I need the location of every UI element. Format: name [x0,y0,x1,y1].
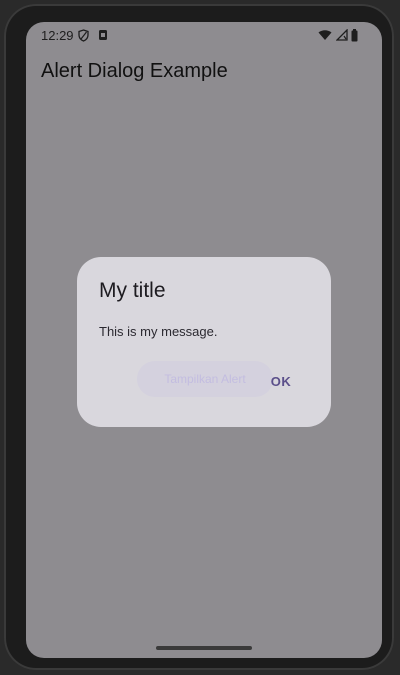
alert-dialog: My title This is my message. Tampilkan A… [77,257,331,427]
dialog-title: My title [99,279,166,302]
show-alert-button-label: Tampilkan Alert [164,372,246,386]
ok-button[interactable]: OK [263,367,299,395]
dialog-message: This is my message. [99,324,218,339]
home-indicator[interactable] [156,646,252,650]
show-alert-button-ghost: Tampilkan Alert [137,361,273,397]
screen: 12:29 Alert Dialog Example My title This… [26,22,382,658]
device-frame: 12:29 Alert Dialog Example My title This… [4,4,394,670]
